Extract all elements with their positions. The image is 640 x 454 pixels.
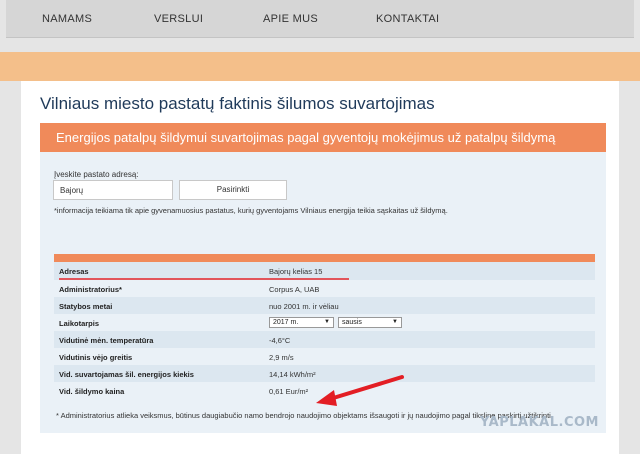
row-value: 2,9 m/s [269, 353, 294, 362]
red-arrow-icon [316, 375, 404, 406]
row-value: -4,6°C [269, 336, 291, 345]
table-row-period: Laikotarpis 2017 m. ▼ sausis ▼ [54, 314, 595, 331]
row-label: Laikotarpis [59, 319, 100, 328]
footnote: * Administratorius atlieka veiksmus, būt… [56, 411, 553, 420]
select-button[interactable]: Pasirinkti [179, 180, 287, 200]
address-input[interactable] [53, 180, 173, 200]
row-value: 0,61 Eur/m² [269, 387, 309, 396]
table-row-wind-speed: Vidutinis vėjo greitis 2,9 m/s [54, 348, 595, 365]
chevron-down-icon: ▼ [392, 319, 398, 325]
table-row-build-year: Statybos metai nuo 2001 m. ir vėliau [54, 297, 595, 314]
page-title: Vilniaus miesto pastatų faktinis šilumos… [40, 94, 435, 113]
nav-item-namams[interactable]: NAMAMS [42, 13, 92, 25]
row-label: Vid. suvartojamas šil. energijos kiekis [59, 370, 194, 379]
consumption-panel: Energijos patalpų šildymui suvartojimas … [40, 123, 606, 433]
table-row-temperature: Vidutinė mėn. temperatūra -4,6°C [54, 331, 595, 348]
row-label: Adresas [59, 267, 89, 276]
row-value: Corpus A, UAB [269, 285, 320, 294]
nav-item-verslui[interactable]: VERSLUI [154, 13, 203, 25]
panel-header: Energijos patalpų šildymui suvartojimas … [40, 123, 606, 152]
year-select[interactable]: 2017 m. ▼ [269, 317, 334, 328]
panel-title: Energijos patalpų šildymui suvartojimas … [56, 130, 556, 145]
table-row-address: Adresas Bajorų kelias 15 [54, 262, 595, 280]
row-label: Vidutinė mėn. temperatūra [59, 336, 154, 345]
month-select[interactable]: sausis ▼ [338, 317, 402, 328]
decorative-banner [0, 52, 640, 81]
row-label: Vidutinis vėjo greitis [59, 353, 133, 362]
chevron-down-icon: ▼ [324, 319, 330, 325]
main-content: Vilniaus miesto pastatų faktinis šilumos… [21, 81, 619, 454]
row-value: 14,14 kWh/m² [269, 370, 316, 379]
row-value: Bajorų kelias 15 [269, 267, 323, 276]
year-select-value: 2017 m. [273, 319, 299, 326]
table-row-administrator: Administratorius* Corpus A, UAB [54, 280, 595, 297]
watermark: YAPLAKAL.COM [480, 415, 599, 430]
row-label: Administratorius* [59, 285, 122, 294]
row-value: nuo 2001 m. ir vėliau [269, 302, 339, 311]
top-navigation: NAMAMS VERSLUI APIE MUS KONTAKTAI [6, 0, 634, 38]
nav-item-kontaktai[interactable]: KONTAKTAI [376, 13, 439, 25]
nav-item-apie-mus[interactable]: APIE MUS [263, 13, 318, 25]
info-note: *informacija teikiama tik apie gyvenamuo… [54, 206, 448, 215]
address-label: Įveskite pastato adresą: [54, 170, 139, 179]
table-header-bar [54, 254, 595, 262]
row-label: Statybos metai [59, 302, 113, 311]
row-label: Vid. šildymo kaina [59, 387, 125, 396]
month-select-value: sausis [342, 319, 362, 326]
